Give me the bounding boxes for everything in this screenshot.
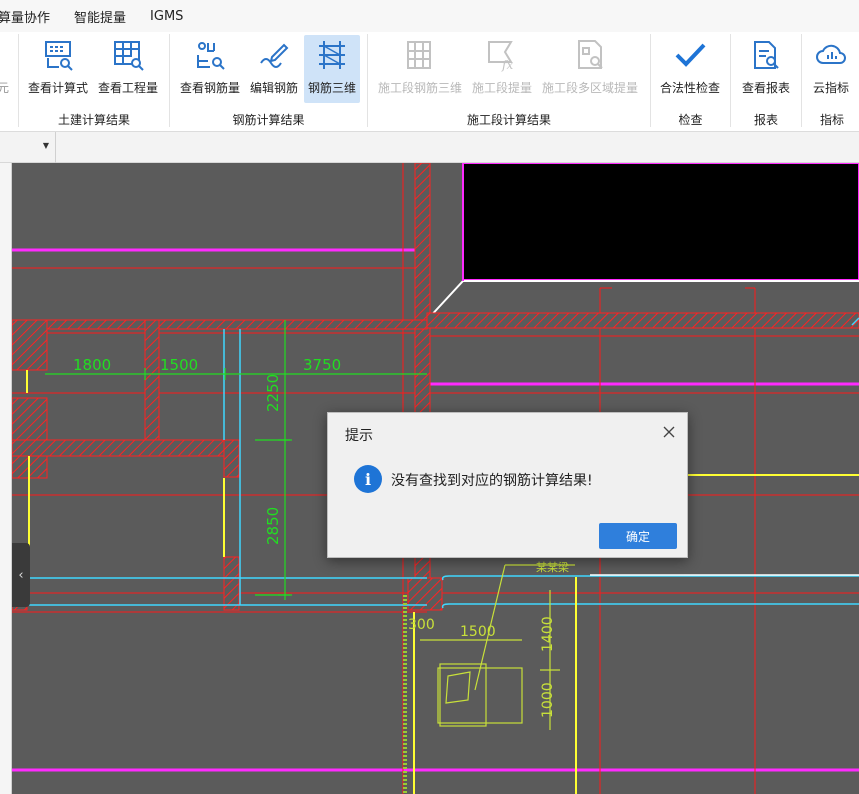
- svg-text:fx: fx: [501, 58, 513, 72]
- group-civil-results: 土建计算结果: [57, 113, 130, 127]
- ribbon-partial-label: 元: [0, 81, 10, 95]
- view-formula-button[interactable]: 查看计算式: [26, 35, 90, 103]
- group-report: 报表: [753, 113, 778, 127]
- edit-rebar-icon: [258, 35, 290, 75]
- view-formula-label: 查看计算式: [27, 81, 88, 95]
- menu-collaboration[interactable]: 算量协作: [0, 7, 62, 26]
- ok-button[interactable]: 确定: [599, 523, 677, 549]
- edit-rebar-label: 编辑钢筋: [249, 81, 298, 95]
- menu-smart-extract[interactable]: 智能提量: [62, 7, 138, 26]
- view-rebar-quantity-label: 查看钢筋量: [179, 81, 240, 95]
- rebar-3d-button[interactable]: 钢筋三维: [304, 35, 360, 103]
- chevron-down-icon: ▼: [42, 141, 49, 150]
- ribbon-separator: [18, 34, 19, 127]
- checkmark-icon: [673, 35, 707, 75]
- app-window: 算量协作 智能提量 IGMS 元 查看计算式 查看工程量 查看钢筋量 编辑钢筋 …: [0, 0, 859, 794]
- menu-bar: 算量协作 智能提量 IGMS: [0, 0, 859, 32]
- validity-check-label: 合法性检查: [659, 81, 720, 95]
- edit-rebar-button[interactable]: 编辑钢筋: [248, 35, 300, 103]
- rebar-quantity-icon: [194, 35, 226, 75]
- rebar-3d-icon: [315, 35, 349, 75]
- rebar-3d-label: 钢筋三维: [307, 81, 356, 95]
- close-icon[interactable]: [661, 424, 677, 440]
- group-check: 检查: [678, 113, 703, 127]
- view-rebar-quantity-button[interactable]: 查看钢筋量: [178, 35, 242, 103]
- ribbon: 元 查看计算式 查看工程量 查看钢筋量 编辑钢筋 钢筋三维 施工段钢筋三维 fx…: [0, 32, 859, 132]
- black-region: [462, 162, 859, 281]
- dim-3750: 3750: [303, 356, 341, 374]
- floor-dropdown[interactable]: ▼: [0, 132, 56, 163]
- dialog-message: 没有查找到对应的钢筋计算结果!: [391, 473, 593, 489]
- multi-region-extract-label: 施工段多区域提量: [541, 81, 638, 95]
- segment-extract-label: 施工段提量: [471, 81, 532, 95]
- cloud-index-button[interactable]: 云指标: [809, 35, 853, 103]
- dim-1500: 1500: [160, 356, 198, 374]
- prompt-dialog: 提示 i 没有查找到对应的钢筋计算结果! 确定: [327, 412, 688, 558]
- segment-rebar-3d-button[interactable]: 施工段钢筋三维: [377, 35, 463, 103]
- group-rebar-results: 钢筋计算结果: [232, 113, 305, 127]
- info-icon: i: [354, 465, 382, 493]
- dim-2250: 2250: [264, 374, 282, 412]
- view-report-button[interactable]: 查看报表: [739, 35, 793, 103]
- view-quantity-button[interactable]: 查看工程量: [96, 35, 160, 103]
- segment-extract-button[interactable]: fx 施工段提量: [470, 35, 534, 103]
- ribbon-partial-button[interactable]: 元: [0, 35, 10, 103]
- dim-1800: 1800: [73, 356, 111, 374]
- segment-rebar-3d-icon: [403, 35, 437, 75]
- group-index: 指标: [819, 113, 844, 127]
- chevron-left-icon: ‹: [18, 567, 24, 583]
- menu-igms[interactable]: IGMS: [138, 9, 195, 24]
- dim-1000: 1000: [540, 682, 556, 718]
- formula-search-icon: [42, 35, 74, 75]
- secondary-toolbar: ▼: [0, 132, 859, 163]
- view-quantity-label: 查看工程量: [97, 81, 158, 95]
- segment-rebar-3d-label: 施工段钢筋三维: [377, 81, 462, 95]
- dim-1400: 1400: [540, 616, 556, 652]
- beam-tag: 某某梁: [536, 560, 569, 574]
- group-segment-results: 施工段计算结果: [466, 113, 551, 127]
- dim-2850: 2850: [264, 507, 282, 545]
- dim-1500-b: 1500: [460, 624, 496, 640]
- left-panel: [0, 163, 12, 794]
- dialog-title: 提示: [345, 428, 373, 444]
- cloud-index-icon: [814, 35, 848, 75]
- quantity-table-icon: [112, 35, 144, 75]
- validity-check-button[interactable]: 合法性检查: [658, 35, 722, 103]
- multi-region-extract-button[interactable]: 施工段多区域提量: [540, 35, 640, 103]
- report-icon: [750, 35, 782, 75]
- cloud-index-label: 云指标: [812, 81, 849, 95]
- view-report-label: 查看报表: [741, 81, 790, 95]
- multi-region-icon: [573, 35, 607, 75]
- dim-300: 300: [408, 617, 435, 633]
- segment-fx-icon: fx: [485, 35, 519, 75]
- panel-collapse-tab[interactable]: ‹: [12, 543, 30, 607]
